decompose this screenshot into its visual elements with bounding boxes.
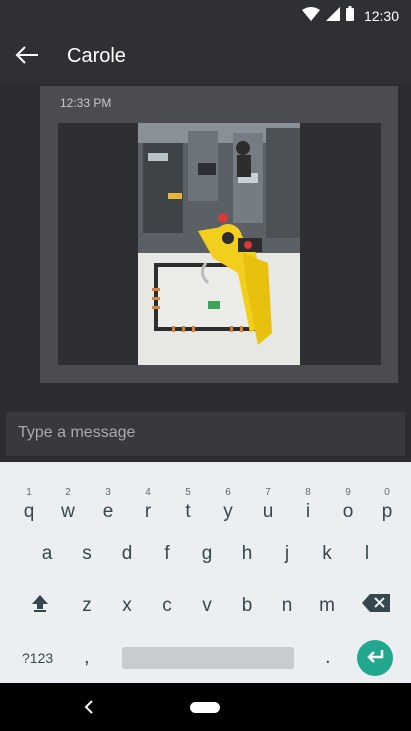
message-input-placeholder: Type a message <box>18 424 136 441</box>
shift-key[interactable] <box>20 584 60 628</box>
key-n[interactable]: n <box>267 584 307 628</box>
message-timestamp: 12:33 PM <box>60 96 112 110</box>
message-list[interactable]: 12:33 PM <box>0 84 411 405</box>
backspace-icon <box>362 594 390 618</box>
message-input[interactable]: Type a message <box>6 412 405 456</box>
arrow-left-icon <box>14 45 40 70</box>
image-attachment-frame[interactable] <box>58 123 381 365</box>
back-button[interactable] <box>10 42 44 72</box>
key-r[interactable]: 4r <box>128 484 168 528</box>
composer-area: Type a message <box>0 405 411 462</box>
key-x[interactable]: x <box>107 584 147 628</box>
key-i[interactable]: 8i <box>288 484 328 528</box>
key-f[interactable]: f <box>147 532 187 576</box>
chat-screen: 12:30 Carole 12:33 PM Type a message 1 q… <box>0 0 411 731</box>
backspace-key[interactable] <box>356 584 396 628</box>
nav-back-button[interactable] <box>80 697 98 722</box>
comma-key[interactable]: , <box>84 646 90 669</box>
status-icons: 12:30 <box>301 6 399 26</box>
key-h[interactable]: h <box>227 532 267 576</box>
key-p[interactable]: 0p <box>367 484 407 528</box>
soft-keyboard: 1q 2w 3e 4r 5t 6y 7u 8i 9o 0p a s d f g … <box>0 462 411 683</box>
enter-key[interactable] <box>357 640 393 676</box>
key-d[interactable]: d <box>107 532 147 576</box>
key-g[interactable]: g <box>187 532 227 576</box>
key-l[interactable]: l <box>347 532 387 576</box>
enter-icon <box>365 648 385 669</box>
signal-icon <box>325 6 340 26</box>
key-b[interactable]: b <box>227 584 267 628</box>
key-a[interactable]: a <box>27 532 67 576</box>
system-nav-bar <box>0 683 411 731</box>
wifi-icon <box>301 6 320 26</box>
battery-icon <box>345 6 354 26</box>
period-key[interactable]: . <box>325 646 331 669</box>
app-bar: Carole <box>0 30 411 84</box>
key-v[interactable]: v <box>187 584 227 628</box>
nav-home-button[interactable] <box>190 702 220 713</box>
key-c[interactable]: c <box>147 584 187 628</box>
key-y[interactable]: 6y <box>208 484 248 528</box>
clock: 12:30 <box>363 8 399 24</box>
key-e[interactable]: 3e <box>88 484 128 528</box>
key-w[interactable]: 2w <box>48 484 88 528</box>
key-t[interactable]: 5t <box>168 484 208 528</box>
key-u[interactable]: 7u <box>248 484 288 528</box>
image-attachment[interactable] <box>138 123 300 365</box>
conversation-title: Carole <box>67 45 126 67</box>
key-s[interactable]: s <box>67 532 107 576</box>
key-o[interactable]: 9o <box>328 484 368 528</box>
space-key[interactable] <box>122 647 294 669</box>
key-q[interactable]: 1q <box>9 484 49 528</box>
chevron-left-icon <box>80 700 98 721</box>
key-j[interactable]: j <box>267 532 307 576</box>
status-bar: 12:30 <box>0 0 411 30</box>
message-bubble[interactable]: 12:33 PM <box>40 86 398 383</box>
symbols-key[interactable]: ?123 <box>22 650 53 666</box>
shift-icon <box>30 593 50 619</box>
key-z[interactable]: z <box>67 584 107 628</box>
key-k[interactable]: k <box>307 532 347 576</box>
key-m[interactable]: m <box>307 584 347 628</box>
